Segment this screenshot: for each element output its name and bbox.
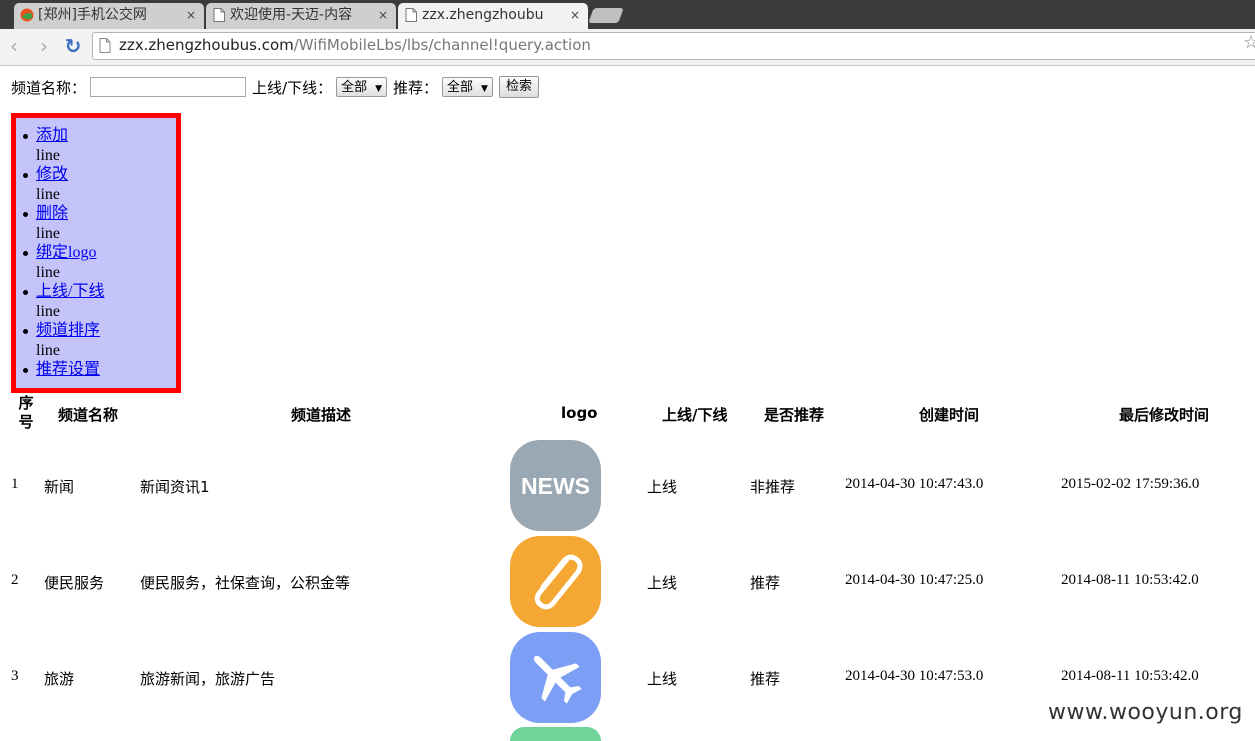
header-created-time: 创建时间 [919, 406, 980, 424]
url-host: zzx.zhengzhoubus.com [119, 36, 294, 54]
reload-icon[interactable]: ↻ [63, 36, 83, 56]
menu-separator: line [36, 302, 60, 320]
partial-row-logo-icon [510, 727, 601, 741]
tab-zhengzhou-bus[interactable]: [郑州]手机公交网 × [14, 3, 204, 29]
cell-channel-name: 新闻 [44, 478, 75, 496]
cell-modified-time: 2014-08-11 10:53:42.0 [1061, 572, 1199, 588]
online-selected-value: 全部 [341, 80, 368, 95]
action-menu-list: 添加 line 修改 line 删除 line 绑定logo line 上线/下… [22, 126, 104, 380]
url-text: zzx.zhengzhoubus.com/WifiMobileLbs/lbs/c… [119, 36, 591, 54]
cell-online-status: 上线 [647, 478, 678, 496]
tab-zzx-active[interactable]: zzx.zhengzhoubus.c × [398, 3, 588, 29]
cell-created-time: 2014-04-30 10:47:53.0 [845, 668, 984, 684]
tab-close-icon[interactable]: × [570, 3, 580, 28]
tab-close-icon[interactable]: × [186, 3, 196, 28]
dropdown-arrow-icon: ▼ [481, 84, 488, 94]
paperclip-icon [534, 554, 583, 610]
page-content: 频道名称： 上线/下线： 全部 ▼ 推荐： 全部 ▼ 检索 添加 line 修改 l… [0, 66, 1255, 741]
menu-item-bind-logo: 绑定logo [22, 243, 104, 263]
tab-title: 欢迎使用-天迈-内容管 [230, 7, 352, 23]
cell-channel-desc: 便民服务，社保查询，公积金等 [140, 574, 351, 592]
paperclip-logo-icon [510, 536, 601, 627]
cell-created-time: 2014-04-30 10:47:43.0 [845, 476, 984, 492]
header-channel-desc: 频道描述 [291, 406, 352, 424]
menu-item-edit: 修改 [22, 165, 104, 185]
menu-item-channel-sort: 频道排序 [22, 321, 104, 341]
cell-seq: 2 [11, 572, 19, 588]
menu-item-delete: 删除 [22, 204, 104, 224]
cell-modified-time: 2015-02-02 17:59:36.0 [1061, 476, 1200, 492]
search-form: 频道名称： 上线/下线： 全部 ▼ 推荐： 全部 ▼ 检索 [11, 76, 539, 98]
menu-separator: line [36, 341, 60, 359]
menu-separator: line [36, 146, 60, 164]
action-menu: 添加 line 修改 line 删除 line 绑定logo line 上线/下… [11, 113, 181, 393]
airplane-logo-icon [510, 632, 601, 723]
cell-channel-name: 便民服务 [44, 574, 105, 592]
menu-item-online-offline: 上线/下线 [22, 282, 104, 302]
online-offline-link[interactable]: 上线/下线 [36, 283, 104, 300]
cell-recommend: 推荐 [750, 670, 781, 688]
cell-channel-name: 旅游 [44, 670, 75, 688]
online-status-label: 上线/下线： [252, 78, 333, 97]
browser-toolbar: ‹ › ↻ zzx.zhengzhoubus.com/WifiMobileLbs… [0, 29, 1255, 66]
site-favicon-icon [20, 8, 34, 22]
tab-tianmai-cms[interactable]: 欢迎使用-天迈-内容管 × [206, 3, 396, 29]
cell-channel-desc: 旅游新闻，旅游广告 [140, 670, 276, 688]
cell-online-status: 上线 [647, 574, 678, 592]
new-tab-button[interactable] [588, 8, 624, 23]
dropdown-arrow-icon: ▼ [375, 84, 383, 94]
channel-name-input[interactable] [90, 77, 247, 97]
cell-channel-desc: 新闻资讯1 [140, 478, 210, 496]
cell-created-time: 2014-04-30 10:47:25.0 [845, 572, 984, 588]
search-button[interactable]: 检索 [498, 76, 539, 98]
browser-tab-strip: [郑州]手机公交网 × 欢迎使用-天迈-内容管 × zzx.zhengzhoub… [0, 0, 1255, 29]
url-path: /WifiMobileLbs/lbs/channel!query.action [293, 36, 591, 54]
logo-text: NEWS [521, 473, 590, 499]
page-icon [213, 8, 225, 22]
bind-logo-link[interactable]: 绑定logo [36, 244, 96, 261]
news-logo-icon: NEWS [510, 440, 601, 531]
online-status-select[interactable]: 全部 ▼ [336, 77, 388, 97]
recommend-select[interactable]: 全部 ▼ [442, 77, 493, 97]
channel-name-label: 频道名称： [11, 78, 87, 97]
header-channel-name: 频道名称 [58, 406, 119, 424]
channel-sort-link[interactable]: 频道排序 [36, 322, 100, 339]
edit-link[interactable]: 修改 [36, 166, 68, 183]
address-bar[interactable]: zzx.zhengzhoubus.com/WifiMobileLbs/lbs/c… [92, 32, 1255, 60]
menu-separator: line [36, 224, 60, 242]
cell-recommend: 推荐 [750, 574, 781, 592]
cell-seq: 1 [11, 476, 19, 492]
menu-separator: line [36, 263, 60, 281]
cell-seq: 3 [11, 668, 19, 684]
header-modified-time: 最后修改时间 [1119, 406, 1210, 424]
header-seq: 序号 [18, 394, 34, 431]
page-icon [405, 8, 417, 22]
airplane-icon [533, 655, 582, 704]
cell-modified-time: 2014-08-11 10:53:42.0 [1061, 668, 1199, 684]
tab-close-icon[interactable]: × [378, 3, 388, 28]
forward-icon[interactable]: › [34, 36, 54, 56]
menu-item-recommend-settings: 推荐设置 [22, 360, 104, 380]
add-link[interactable]: 添加 [36, 127, 68, 144]
cell-recommend: 非推荐 [750, 478, 796, 496]
back-icon[interactable]: ‹ [4, 36, 24, 56]
header-online-status: 上线/下线 [662, 406, 728, 424]
menu-separator: line [36, 185, 60, 203]
page-icon [99, 38, 111, 53]
menu-item-add: 添加 [22, 126, 104, 146]
recommend-selected-value: 全部 [447, 80, 474, 95]
header-recommend: 是否推荐 [764, 406, 825, 424]
watermark-text: www.wooyun.org [1048, 700, 1243, 725]
cell-online-status: 上线 [647, 670, 678, 688]
tab-title: zzx.zhengzhoubus.c [422, 7, 544, 23]
header-logo: logo [561, 404, 598, 422]
tab-title: [郑州]手机公交网 [38, 7, 147, 23]
bookmark-star-icon[interactable]: ☆ [1243, 32, 1255, 53]
recommend-label: 推荐： [393, 78, 439, 97]
delete-link[interactable]: 删除 [36, 205, 68, 222]
recommend-settings-link[interactable]: 推荐设置 [36, 361, 100, 378]
